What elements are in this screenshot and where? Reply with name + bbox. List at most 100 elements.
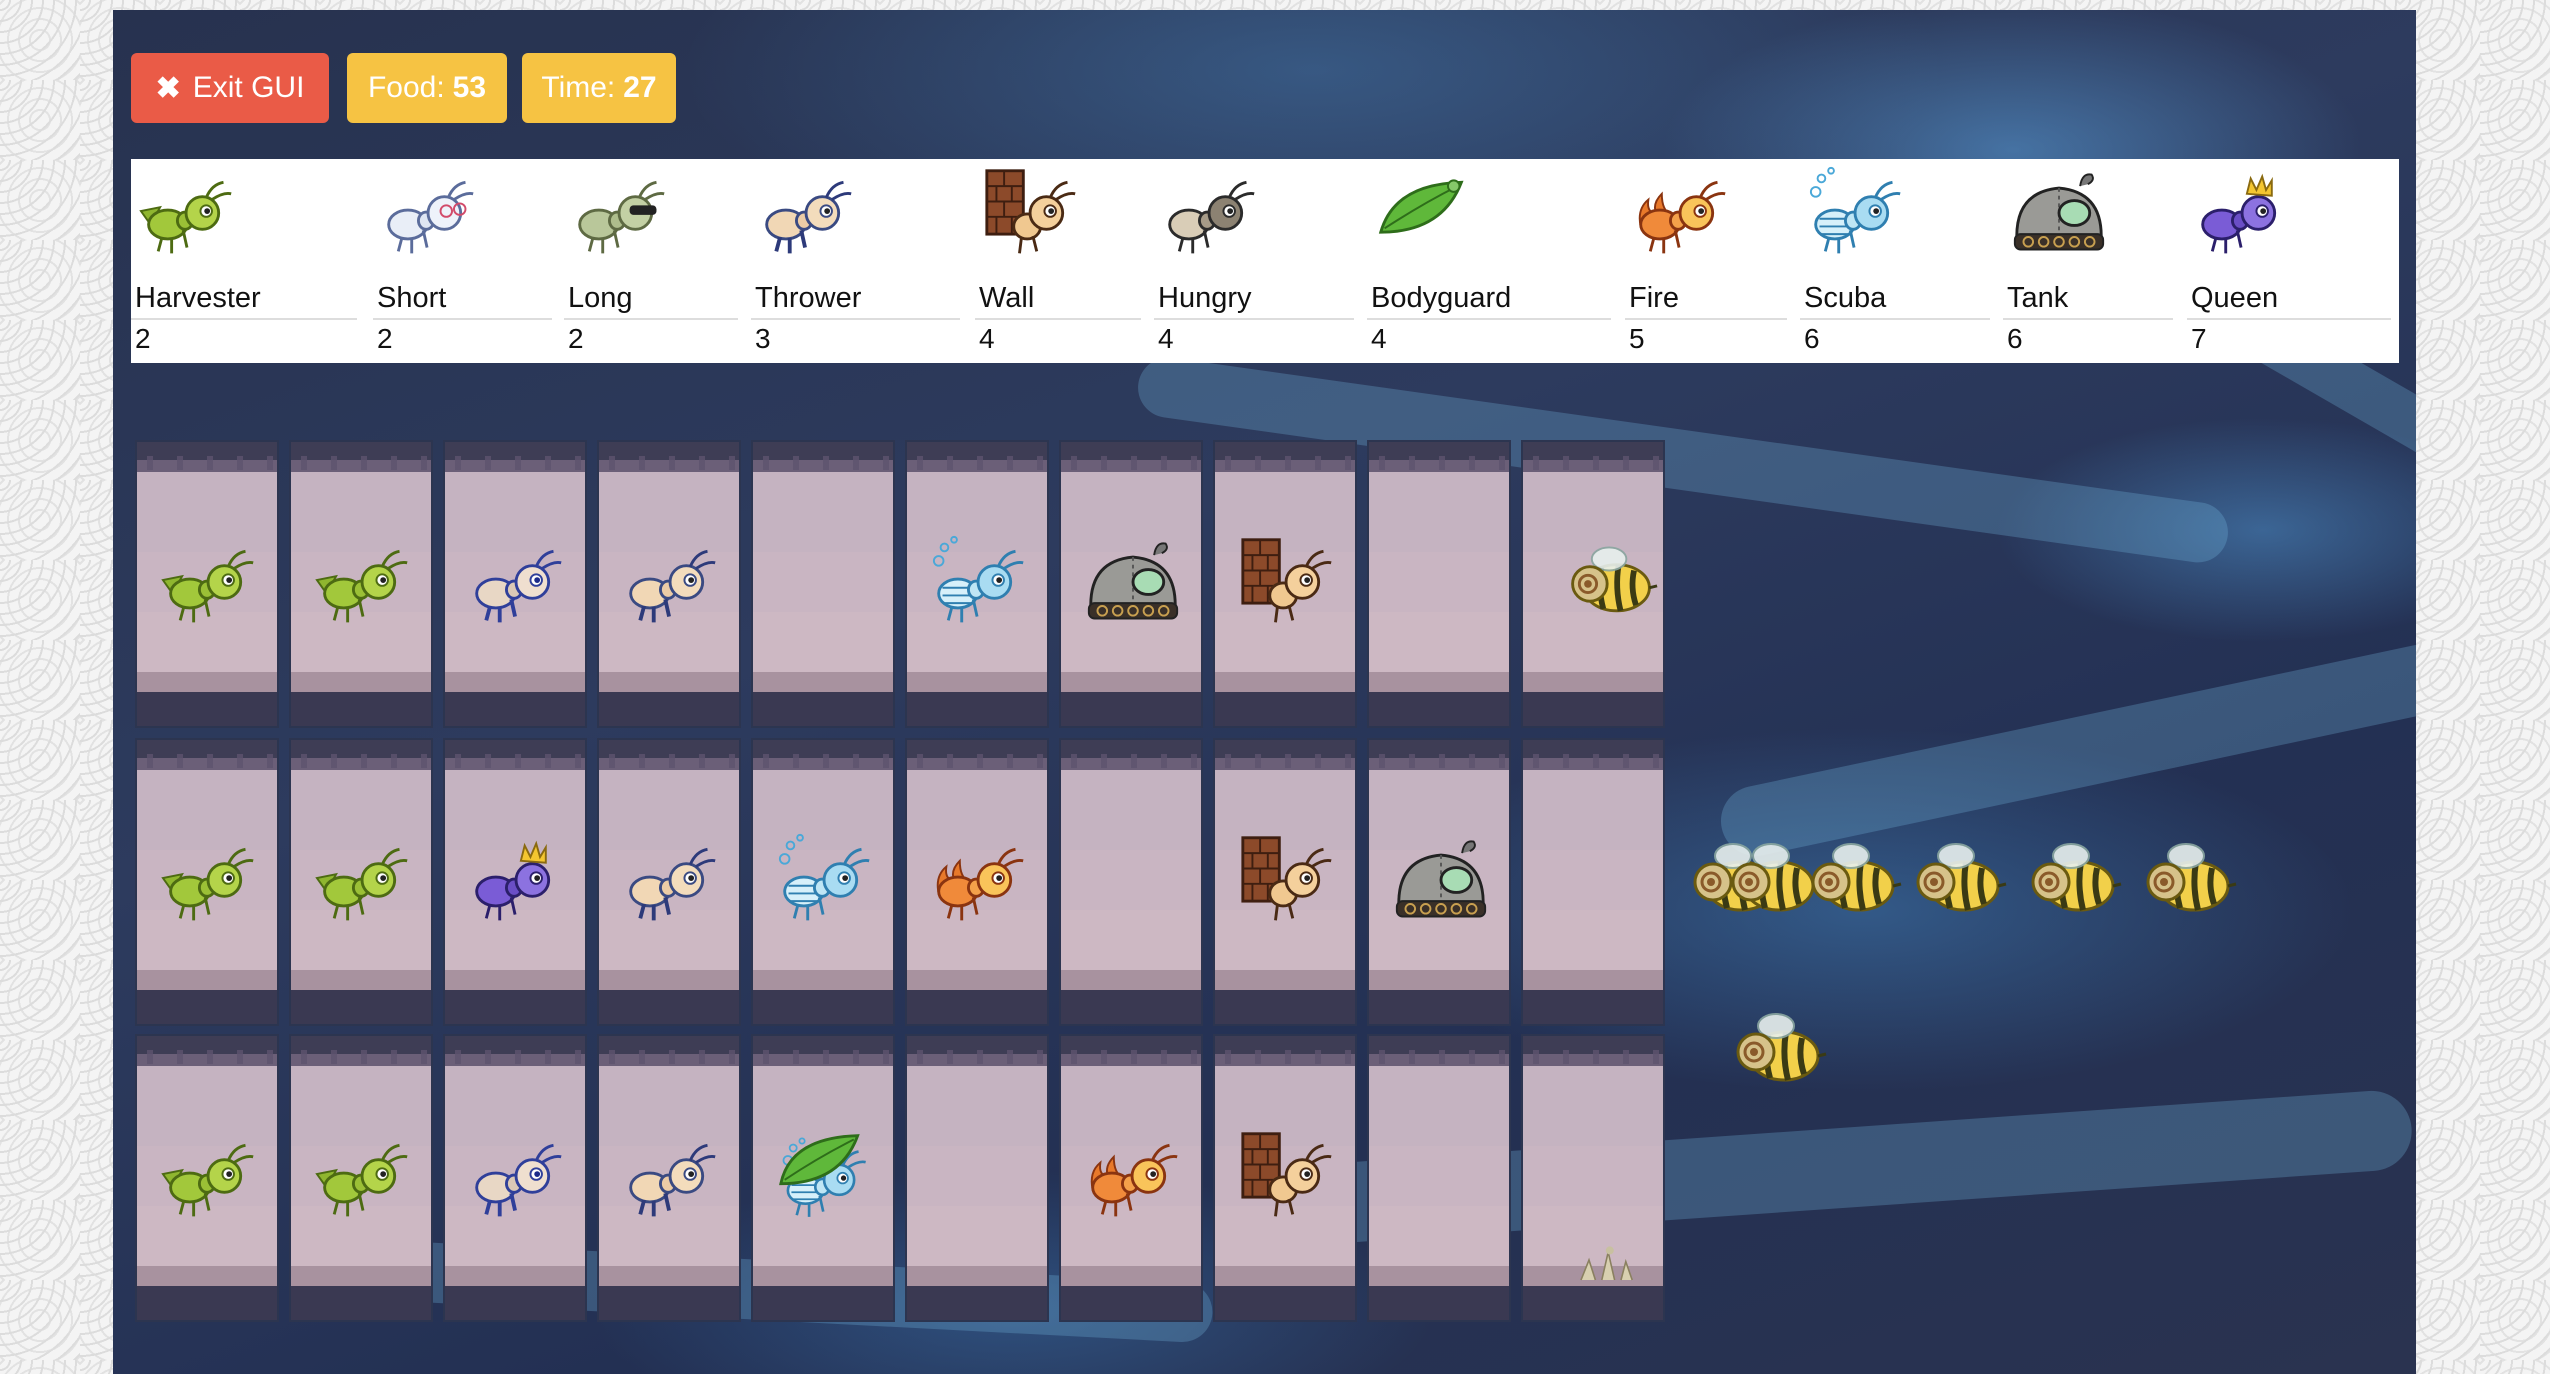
ant-option-cost: 2 xyxy=(377,323,393,354)
wall-icon xyxy=(1239,534,1335,630)
time-value: 27 xyxy=(623,71,657,104)
ant-option-name: Tank xyxy=(2007,282,2069,314)
ant-option-long[interactable]: Long 2 xyxy=(564,159,744,363)
ant-option-name: Bodyguard xyxy=(1371,282,1512,314)
harvester-icon xyxy=(161,1128,257,1224)
harvester-ant-icon xyxy=(139,165,235,261)
tunnel-cell[interactable] xyxy=(751,738,895,1026)
tunnel-cell[interactable] xyxy=(135,738,279,1026)
tunnel-cell[interactable] xyxy=(443,1034,587,1322)
divider xyxy=(131,318,357,320)
tunnel-cell[interactable] xyxy=(135,440,279,728)
tunnel-cell[interactable] xyxy=(905,1034,1049,1322)
wall-icon xyxy=(1239,832,1335,928)
harvester-icon xyxy=(161,832,257,928)
ant-option-bodyguard[interactable]: Bodyguard 4 xyxy=(1367,159,1617,363)
ant-option-name: Thrower xyxy=(755,282,862,314)
tunnel-cell[interactable] xyxy=(597,1034,741,1322)
thrower-ant-icon xyxy=(759,165,855,261)
tunnel-cell[interactable] xyxy=(443,738,587,1026)
divider xyxy=(1154,318,1354,320)
ant-option-wall[interactable]: Wall 4 xyxy=(975,159,1147,363)
ant-option-cost: 4 xyxy=(1158,323,1174,354)
ant-option-tank[interactable]: Tank 6 xyxy=(2003,159,2179,363)
ant-option-cost: 6 xyxy=(1804,323,1820,354)
thrower-icon xyxy=(623,1128,719,1224)
tunnel-cell[interactable] xyxy=(1521,738,1665,1026)
ant-option-cost: 2 xyxy=(568,323,584,354)
tunnel-cell[interactable] xyxy=(443,440,587,728)
tunnel-cell[interactable] xyxy=(1521,1034,1665,1322)
food-value: 53 xyxy=(452,71,487,104)
ant-option-harvester[interactable]: Harvester 2 xyxy=(131,159,363,363)
tunnel-cell[interactable] xyxy=(597,738,741,1026)
tunnel-cell[interactable] xyxy=(1059,1034,1203,1322)
divider xyxy=(751,318,960,320)
tunnel-cell[interactable] xyxy=(1213,738,1357,1026)
hive-debris-icon xyxy=(1573,1204,1653,1284)
bee-icon xyxy=(1728,1000,1828,1100)
wall-ant-icon xyxy=(983,165,1079,261)
tunnel-cell[interactable] xyxy=(1521,440,1665,728)
harvester-icon xyxy=(161,534,257,630)
harvester-icon xyxy=(315,534,411,630)
divider xyxy=(1367,318,1611,320)
ant-option-name: Wall xyxy=(979,282,1035,314)
ant-option-cost: 5 xyxy=(1629,323,1645,354)
ant-option-short[interactable]: Short 2 xyxy=(373,159,558,363)
scuba-icon xyxy=(931,534,1027,630)
scuba-ant-icon xyxy=(1808,165,1904,261)
tunnel-cell[interactable] xyxy=(905,738,1049,1026)
ant-option-cost: 4 xyxy=(979,323,995,354)
divider xyxy=(2003,318,2173,320)
ant-option-name: Short xyxy=(377,282,447,314)
tunnel-cell[interactable] xyxy=(289,440,433,728)
game-area: ✖ Exit GUI Food: 53 Time: 27 Harvester 2 S… xyxy=(113,10,2416,1374)
divider xyxy=(373,318,552,320)
tank-icon xyxy=(1393,832,1489,928)
tunnel-cell[interactable] xyxy=(1367,1034,1511,1322)
tunnel-cell[interactable] xyxy=(1059,738,1203,1026)
ant-option-thrower[interactable]: Thrower 3 xyxy=(751,159,966,363)
bee-icon xyxy=(2023,830,2123,930)
thrower-blue-icon xyxy=(469,1128,565,1224)
tunnel-cell[interactable] xyxy=(751,440,895,728)
bee-icon xyxy=(1803,830,1903,930)
ant-selector-panel: Harvester 2 Short 2 Long 2 Thrower 3 Wall 4 Hungry… xyxy=(131,159,2399,363)
ant-option-hungry[interactable]: Hungry 4 xyxy=(1154,159,1360,363)
food-label: Food: xyxy=(367,71,445,104)
tunnel-cell[interactable] xyxy=(289,1034,433,1322)
time-badge: Time: 27 xyxy=(522,53,676,123)
tunnel-cell[interactable] xyxy=(1367,738,1511,1026)
tunnel-cell[interactable] xyxy=(1213,1034,1357,1322)
tunnel-cell[interactable] xyxy=(289,738,433,1026)
harvester-icon xyxy=(315,832,411,928)
close-icon: ✖ xyxy=(155,71,181,105)
time-label: Time: xyxy=(541,71,616,104)
ant-option-queen[interactable]: Queen 7 xyxy=(2187,159,2397,363)
tunnel-cell[interactable] xyxy=(751,1034,895,1322)
fire-ant-icon xyxy=(1633,165,1729,261)
exit-gui-button[interactable]: ✖ Exit GUI xyxy=(131,53,329,123)
tunnel-cell[interactable] xyxy=(905,440,1049,728)
tank-icon xyxy=(1085,534,1181,630)
wall-icon xyxy=(1239,1128,1335,1224)
ant-option-fire[interactable]: Fire 5 xyxy=(1625,159,1793,363)
divider xyxy=(1625,318,1787,320)
tunnel-cell[interactable] xyxy=(1367,440,1511,728)
tunnel-cell[interactable] xyxy=(597,440,741,728)
fire-icon xyxy=(931,832,1027,928)
bee-icon xyxy=(2138,830,2238,930)
ant-option-scuba[interactable]: Scuba 6 xyxy=(1800,159,1996,363)
hungry-ant-icon xyxy=(1162,165,1258,261)
tunnel-cell[interactable] xyxy=(135,1034,279,1322)
tunnel-cell[interactable] xyxy=(1059,440,1203,728)
tunnel-cell[interactable] xyxy=(1213,440,1357,728)
bodyguard-scuba-icon xyxy=(777,1128,873,1224)
ant-option-cost: 6 xyxy=(2007,323,2023,354)
queen-ant-icon xyxy=(2195,165,2291,261)
thrower-icon xyxy=(623,832,719,928)
ant-option-cost: 2 xyxy=(135,323,151,354)
queen-icon xyxy=(469,832,565,928)
ant-option-name: Scuba xyxy=(1804,282,1887,314)
